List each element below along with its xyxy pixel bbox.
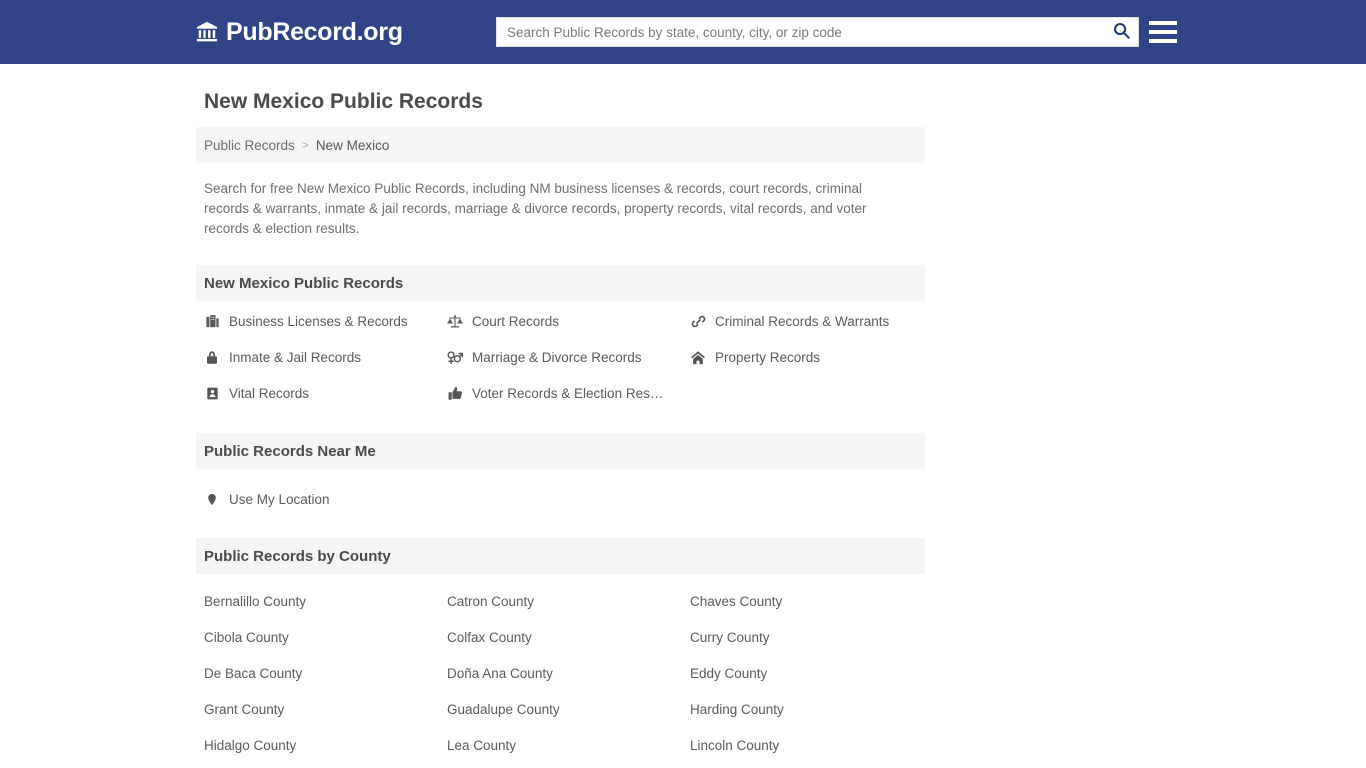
search-bar [496, 17, 1139, 47]
county-link[interactable]: Hidalgo County [204, 728, 447, 764]
record-link-label: Court Records [472, 313, 560, 329]
section-title-county: Public Records by County [204, 547, 391, 565]
record-link-vital-records[interactable]: Vital Records [204, 375, 447, 411]
county-link[interactable]: Doña Ana County [447, 656, 690, 692]
county-link[interactable]: Grant County [204, 692, 447, 728]
hamburger-menu-button[interactable] [1149, 16, 1177, 48]
breadcrumb-bar: Public Records > New Mexico [196, 127, 925, 163]
county-link[interactable]: Curry County [690, 620, 933, 656]
county-link[interactable]: Colfax County [447, 620, 690, 656]
near-me-list: Use My Location [196, 481, 925, 517]
record-link-label: Voter Records & Election Res… [472, 385, 664, 401]
county-link[interactable]: Cibola County [204, 620, 447, 656]
lock-icon [204, 349, 220, 365]
map-pin-icon [204, 491, 220, 507]
county-link-grid: Bernalillo County Catron County Chaves C… [196, 584, 925, 764]
search-button[interactable] [1104, 18, 1138, 46]
breadcrumb-item-public-records[interactable]: Public Records [204, 138, 295, 153]
scales-of-justice-icon [447, 313, 463, 329]
use-my-location-label: Use My Location [229, 491, 330, 507]
breadcrumb: Public Records > New Mexico [204, 138, 389, 153]
section-title-near-me: Public Records Near Me [204, 442, 376, 460]
home-icon [690, 349, 706, 365]
records-link-grid: Business Licenses & Records Court Record… [196, 303, 925, 411]
section-title-records: New Mexico Public Records [204, 274, 404, 292]
breadcrumb-separator: > [301, 138, 309, 152]
record-link-business-licenses[interactable]: Business Licenses & Records [204, 303, 447, 339]
thumbs-up-icon [447, 385, 463, 401]
record-link-label: Property Records [715, 349, 821, 365]
site-logo-text: PubRecord.org [226, 18, 403, 46]
record-link-label: Inmate & Jail Records [229, 349, 362, 365]
section-header-county: Public Records by County [196, 538, 925, 574]
chain-link-icon [690, 313, 706, 329]
record-link-label: Criminal Records & Warrants [715, 313, 890, 329]
main-content: New Mexico Public Records Public Records… [196, 64, 925, 764]
record-link-voter-records[interactable]: Voter Records & Election Res… [447, 375, 690, 411]
record-link-criminal-records[interactable]: Criminal Records & Warrants [690, 303, 933, 339]
county-link[interactable]: Guadalupe County [447, 692, 690, 728]
county-link[interactable]: Chaves County [690, 584, 933, 620]
county-link[interactable]: Catron County [447, 584, 690, 620]
county-link[interactable]: Lincoln County [690, 728, 933, 764]
county-link[interactable]: Harding County [690, 692, 933, 728]
breadcrumb-item-current: New Mexico [315, 137, 390, 153]
record-link-court-records[interactable]: Court Records [447, 303, 690, 339]
id-card-icon [204, 385, 220, 401]
record-link-label: Vital Records [229, 385, 310, 401]
county-link[interactable]: Eddy County [690, 656, 933, 692]
page-description: Search for free New Mexico Public Record… [204, 181, 867, 236]
county-link[interactable]: De Baca County [204, 656, 447, 692]
county-link[interactable]: Lea County [447, 728, 690, 764]
search-input[interactable] [497, 18, 1104, 46]
hamburger-menu-icon-bar-2 [1149, 30, 1177, 34]
hamburger-menu-icon-bar-3 [1149, 39, 1177, 43]
section-header-near-me: Public Records Near Me [196, 433, 925, 469]
record-link-property-records[interactable]: Property Records [690, 339, 933, 375]
section-header-records: New Mexico Public Records [196, 265, 925, 301]
use-my-location-link[interactable]: Use My Location [204, 481, 917, 517]
county-link[interactable]: Bernalillo County [204, 584, 447, 620]
bank-building-icon [196, 21, 218, 43]
hamburger-menu-icon [1149, 21, 1177, 25]
business-building-icon [204, 313, 220, 329]
record-link-inmate-jail-records[interactable]: Inmate & Jail Records [204, 339, 447, 375]
site-logo[interactable]: PubRecord.org [196, 18, 403, 46]
site-header: PubRecord.org [0, 0, 1366, 64]
record-link-marriage-divorce-records[interactable]: Marriage & Divorce Records [447, 339, 690, 375]
record-link-label: Business Licenses & Records [229, 313, 408, 329]
search-icon [1112, 21, 1131, 43]
venus-mars-icon [447, 349, 463, 365]
page-title: New Mexico Public Records [204, 90, 483, 113]
record-link-label: Marriage & Divorce Records [472, 349, 642, 365]
